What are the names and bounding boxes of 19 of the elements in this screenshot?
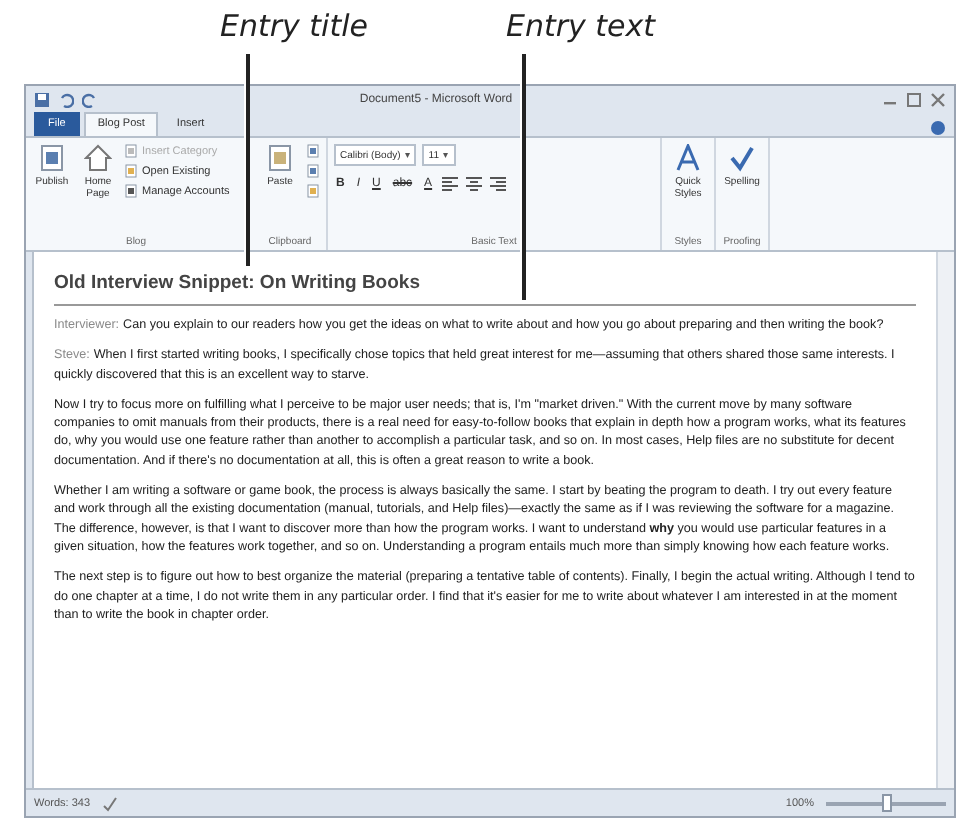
scrollbar[interactable]	[936, 252, 954, 788]
callout-label: Entry text	[506, 8, 656, 44]
styles-icon	[674, 144, 702, 172]
align-right-icon[interactable]	[490, 176, 507, 192]
entry-title[interactable]: Old Interview Snippet: On Writing Books	[54, 264, 916, 306]
undo-icon[interactable]	[58, 92, 74, 108]
zoom-thumb[interactable]	[882, 794, 892, 812]
proofing-icon[interactable]	[102, 795, 119, 811]
check-icon	[728, 144, 756, 172]
save-icon[interactable]	[34, 92, 50, 108]
clipboard-icon	[266, 144, 294, 172]
close-icon[interactable]	[930, 92, 946, 108]
house-icon	[84, 144, 112, 172]
help-icon[interactable]	[930, 120, 946, 136]
redo-icon[interactable]	[82, 92, 98, 108]
align-center-icon[interactable]	[466, 176, 483, 192]
callout-label: Entry title	[220, 8, 369, 44]
align-left-icon[interactable]	[442, 176, 459, 192]
maximize-icon[interactable]	[906, 92, 922, 108]
